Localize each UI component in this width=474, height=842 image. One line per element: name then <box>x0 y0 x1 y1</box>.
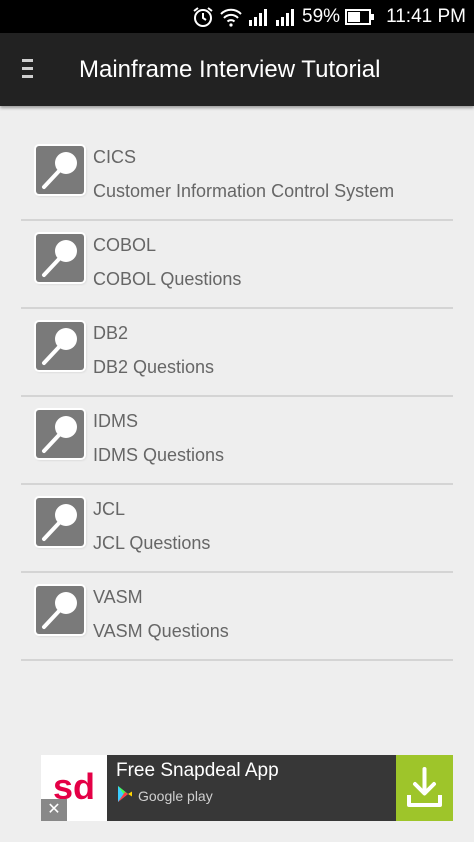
hamburger-menu-icon[interactable] <box>22 57 44 81</box>
ad-title: Free Snapdeal App <box>116 760 279 781</box>
list-item-title: IDMS <box>93 411 138 431</box>
list-item-subtitle: COBOL Questions <box>93 269 242 289</box>
topic-list: CICS Customer Information Control System C… <box>21 133 453 661</box>
page-title: Mainframe Interview Tutorial <box>79 56 381 83</box>
magnifier-icon <box>36 498 84 546</box>
battery-percent: 59% <box>302 5 341 27</box>
alarm-icon <box>192 6 214 28</box>
download-button[interactable] <box>396 755 453 821</box>
list-item-subtitle: Customer Information Control System <box>93 181 395 201</box>
list-item[interactable]: VASM VASM Questions <box>21 573 453 661</box>
google-play-badge: Google play <box>116 785 213 807</box>
list-item-subtitle: IDMS Questions <box>93 445 225 465</box>
clock-time: 11:41 PM <box>386 5 466 27</box>
list-item-title: COBOL <box>93 235 157 255</box>
list-item-subtitle: JCL Questions <box>93 533 211 553</box>
download-icon <box>407 767 442 807</box>
signal-icon <box>248 7 270 27</box>
list-item[interactable]: DB2 DB2 Questions <box>21 309 453 397</box>
magnifier-icon <box>36 146 84 194</box>
magnifier-icon <box>36 410 84 458</box>
ad-close-button[interactable]: ✕ <box>41 799 67 821</box>
list-item-title: JCL <box>93 499 126 519</box>
list-item-title: VASM <box>93 587 143 607</box>
app-toolbar: Mainframe Interview Tutorial <box>0 33 474 106</box>
list-item-subtitle: VASM Questions <box>93 621 229 641</box>
list-item[interactable]: CICS Customer Information Control System <box>21 133 453 221</box>
magnifier-icon <box>36 322 84 370</box>
ad-banner[interactable]: sd ✕ Free Snapdeal App Google play <box>41 755 453 821</box>
list-item[interactable]: COBOL COBOL Questions <box>21 221 453 309</box>
list-item[interactable]: IDMS IDMS Questions <box>21 397 453 485</box>
google-play-icon <box>116 785 134 808</box>
list-item-title: CICS <box>93 147 137 167</box>
status-bar: 59% 11:41 PM <box>0 0 474 33</box>
wifi-icon <box>219 7 243 27</box>
list-item[interactable]: JCL JCL Questions <box>21 485 453 573</box>
list-item-title: DB2 <box>93 323 129 343</box>
list-item-subtitle: DB2 Questions <box>93 357 215 377</box>
google-play-label: Google play <box>138 788 213 804</box>
battery-icon <box>345 8 375 25</box>
magnifier-icon <box>36 586 84 634</box>
signal-icon <box>275 7 297 27</box>
magnifier-icon <box>36 234 84 282</box>
